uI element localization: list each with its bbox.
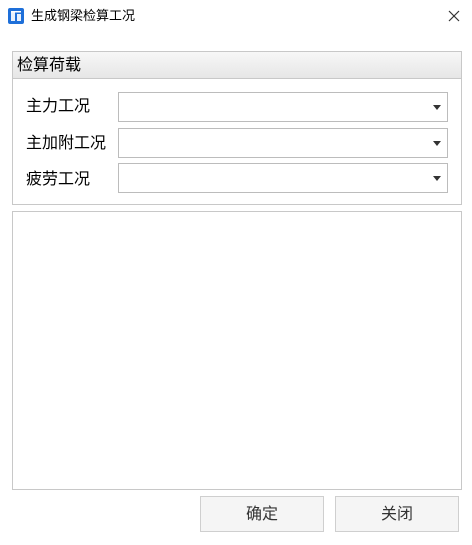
main-additional-load-label: 主加附工况 — [26, 133, 107, 152]
main-load-label: 主力工况 — [26, 96, 91, 115]
group-title: 检算荷载 — [13, 52, 461, 79]
close-window-button[interactable] — [436, 0, 472, 32]
output-panel — [12, 211, 462, 490]
title-bar: 生成钢梁检算工况 — [0, 0, 472, 34]
window-title: 生成钢梁检算工况 — [31, 9, 136, 24]
close-icon — [448, 10, 460, 22]
fatigue-load-label: 疲劳工况 — [26, 169, 91, 188]
app-icon — [8, 8, 24, 24]
main-additional-load-combobox[interactable] — [118, 128, 448, 158]
fatigue-load-combobox[interactable] — [118, 163, 448, 193]
confirm-button[interactable]: 确定 — [200, 496, 324, 532]
chevron-down-icon — [433, 105, 441, 110]
chevron-down-icon — [433, 141, 441, 146]
close-button[interactable]: 关闭 — [335, 496, 459, 532]
main-load-combobox[interactable] — [118, 92, 448, 122]
chevron-down-icon — [433, 176, 441, 181]
check-load-group: 检算荷载 主力工况 主加附工况 疲劳工况 — [12, 51, 462, 205]
